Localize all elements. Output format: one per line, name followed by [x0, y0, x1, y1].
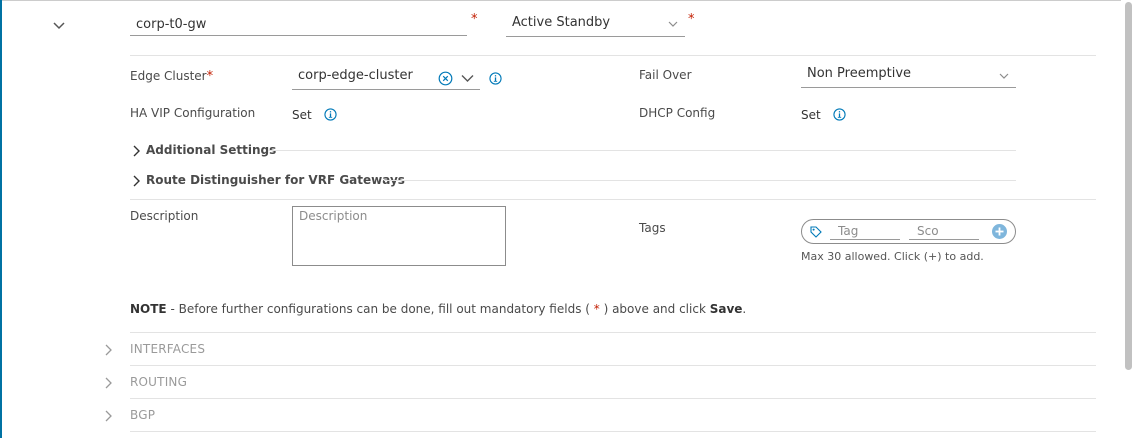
section-interfaces-label: INTERFACES: [130, 342, 206, 356]
fail-over-label: Fail Over: [639, 68, 692, 82]
gateway-name-required-mark: *: [471, 12, 478, 27]
scope-input[interactable]: [909, 222, 979, 240]
divider: [130, 55, 1096, 56]
ha-vip-label: HA VIP Configuration: [130, 106, 256, 120]
gateway-name-input[interactable]: [130, 14, 467, 36]
divider: [130, 365, 1096, 366]
mandatory-note: NOTE - Before further configurations can…: [130, 302, 746, 316]
fail-over-value: Non Preemptive: [807, 66, 912, 81]
divider: [384, 180, 1016, 181]
chevron-right-icon: [105, 377, 112, 389]
fail-over-select[interactable]: Non Preemptive: [801, 64, 1016, 88]
note-save: Save: [709, 302, 743, 316]
chevron-right-icon: [105, 344, 112, 356]
note-end: .: [742, 302, 747, 316]
tag-icon: [810, 226, 822, 238]
chevron-right-icon: [105, 410, 112, 422]
note-text-before: - Before further configurations can be d…: [166, 302, 594, 316]
tags-input-group: [801, 219, 1016, 244]
description-label: Description: [130, 209, 199, 223]
tags-label: Tags: [639, 221, 666, 235]
chevron-down-icon: [999, 73, 1009, 79]
dhcp-config-label: DHCP Config: [639, 106, 716, 120]
edge-cluster-value: corp-edge-cluster: [298, 68, 413, 83]
section-bgp-label: BGP: [130, 408, 156, 422]
dhcp-config-value-link[interactable]: Set: [801, 108, 821, 122]
note-prefix: NOTE: [130, 302, 167, 316]
scrollbar-thumb[interactable]: [1125, 2, 1132, 370]
ha-mode-value: Active Standby: [512, 15, 611, 30]
info-circle-icon[interactable]: [833, 108, 846, 121]
section-bgp[interactable]: BGP: [104, 406, 1096, 428]
section-routing-label: ROUTING: [130, 375, 188, 389]
ha-vip-value-link[interactable]: Set: [292, 108, 312, 122]
edge-cluster-label: Edge Cluster*: [130, 69, 214, 84]
clear-circle-icon[interactable]: [438, 71, 453, 86]
chevron-down-icon[interactable]: [461, 74, 474, 83]
ha-mode-required-mark: *: [688, 12, 695, 27]
row-selection-accent: [0, 0, 2, 438]
tag-input[interactable]: [830, 222, 900, 240]
window-top-border: [0, 0, 1121, 1]
collapse-row-chevron-icon[interactable]: [52, 20, 66, 32]
additional-settings-title: Additional Settings: [146, 143, 277, 157]
divider: [130, 431, 1096, 432]
note-text-after: ) above and click: [599, 302, 710, 316]
route-distinguisher-title: Route Distinguisher for VRF Gateways: [146, 173, 405, 187]
chevron-right-icon: [133, 175, 140, 187]
section-routing[interactable]: ROUTING: [104, 373, 1096, 395]
ha-mode-select[interactable]: Active Standby: [506, 13, 685, 37]
divider: [130, 332, 1096, 333]
divider: [130, 199, 1096, 200]
divider: [268, 150, 1016, 151]
info-circle-icon[interactable]: [489, 72, 502, 85]
chevron-down-icon: [668, 21, 678, 27]
section-interfaces[interactable]: INTERFACES: [104, 340, 1096, 362]
plus-circle-icon[interactable]: [991, 223, 1008, 240]
description-textarea[interactable]: [292, 206, 506, 266]
chevron-right-icon: [133, 145, 140, 157]
divider: [130, 398, 1096, 399]
info-circle-icon[interactable]: [324, 108, 337, 121]
tags-hint: Max 30 allowed. Click (+) to add.: [801, 250, 984, 263]
